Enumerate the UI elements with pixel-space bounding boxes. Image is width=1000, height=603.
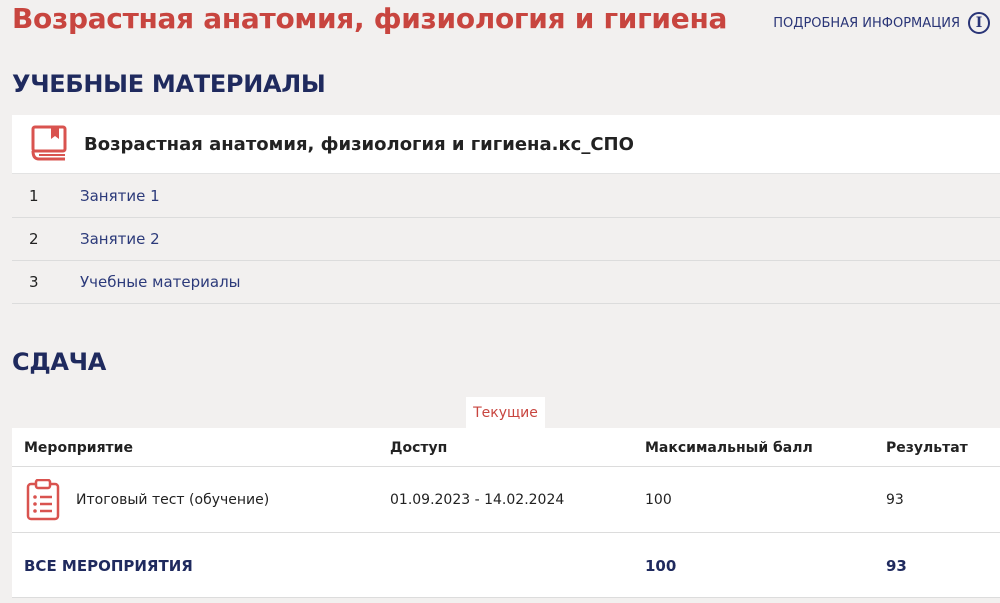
clipboard-list-icon bbox=[26, 479, 60, 521]
table-row[interactable]: Итоговый тест (обучение) 01.09.2023 - 14… bbox=[12, 467, 1000, 533]
materials-heading: УЧЕБНЫЕ МАТЕРИАЛЫ bbox=[12, 70, 326, 98]
lesson-number: 3 bbox=[29, 273, 39, 291]
event-access-period: 01.09.2023 - 14.02.2024 bbox=[390, 492, 565, 508]
column-header-result: Результат bbox=[886, 440, 968, 456]
book-icon bbox=[31, 125, 67, 161]
lesson-link[interactable]: Занятие 1 bbox=[80, 187, 160, 205]
more-info-link[interactable]: ПОДРОБНАЯ ИНФОРМАЦИЯ i bbox=[773, 12, 990, 34]
tab-current[interactable]: Текущие bbox=[466, 397, 545, 428]
totals-max-score: 100 bbox=[645, 557, 677, 575]
event-name[interactable]: Итоговый тест (обучение) bbox=[76, 492, 269, 508]
lesson-link[interactable]: Учебные материалы bbox=[80, 273, 241, 291]
lesson-row: 2 Занятие 2 bbox=[12, 218, 1000, 261]
info-icon[interactable]: i bbox=[968, 12, 990, 34]
lesson-row: 3 Учебные материалы bbox=[12, 261, 1000, 304]
material-card[interactable]: Возрастная анатомия, физиология и гигиен… bbox=[12, 115, 1000, 174]
course-title: Возрастная анатомия, физиология и гигиен… bbox=[12, 2, 728, 35]
more-info-label: ПОДРОБНАЯ ИНФОРМАЦИЯ bbox=[773, 15, 960, 31]
event-max-score: 100 bbox=[645, 492, 672, 508]
table-header-row: Мероприятие Доступ Максимальный балл Рез… bbox=[12, 428, 1000, 467]
lesson-row: 1 Занятие 1 bbox=[12, 175, 1000, 218]
events-table: Мероприятие Доступ Максимальный балл Рез… bbox=[12, 428, 1000, 598]
lesson-number: 1 bbox=[29, 187, 39, 205]
totals-label: ВСЕ МЕРОПРИЯТИЯ bbox=[24, 557, 193, 575]
material-card-title: Возрастная анатомия, физиология и гигиен… bbox=[84, 133, 634, 155]
column-header-access: Доступ bbox=[390, 440, 448, 456]
submission-heading: СДАЧА bbox=[12, 348, 107, 376]
lesson-number: 2 bbox=[29, 230, 39, 248]
column-header-max-score: Максимальный балл bbox=[645, 440, 813, 456]
column-header-event: Мероприятие bbox=[24, 440, 133, 456]
event-result: 93 bbox=[886, 492, 904, 508]
totals-row: ВСЕ МЕРОПРИЯТИЯ 100 93 bbox=[12, 533, 1000, 598]
lesson-link[interactable]: Занятие 2 bbox=[80, 230, 160, 248]
totals-result: 93 bbox=[886, 557, 907, 575]
